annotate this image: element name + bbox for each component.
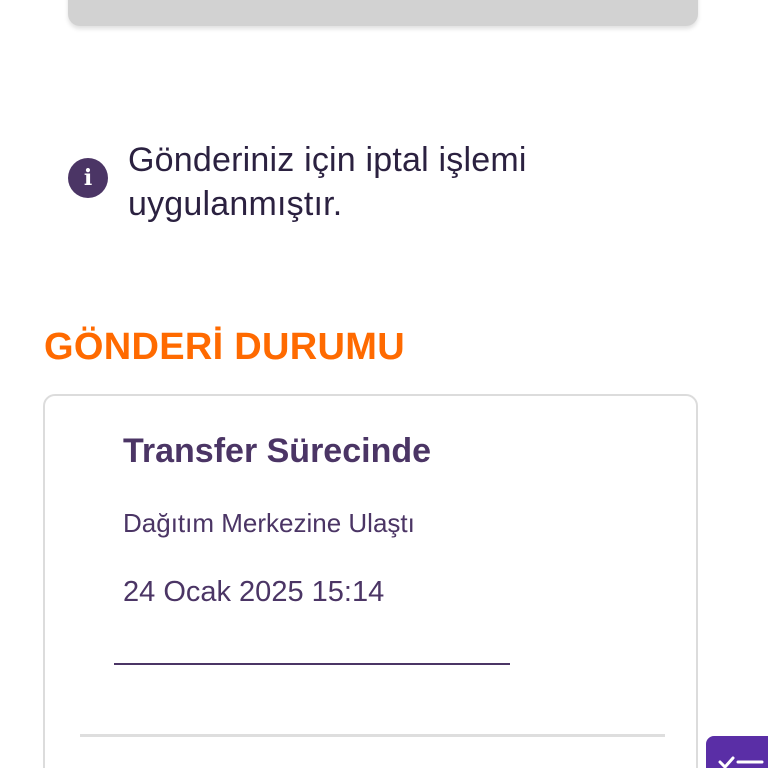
- status-underline: [114, 663, 510, 665]
- checklist-icon: [718, 756, 764, 768]
- info-icon: i: [68, 158, 108, 198]
- top-card: [68, 0, 698, 26]
- status-subtitle: Dağıtım Merkezine Ulaştı: [123, 508, 415, 538]
- section-title: GÖNDERİ DURUMU: [44, 326, 405, 368]
- notice-text: Gönderiniz için iptal işlemi uygulanmışt…: [128, 141, 527, 223]
- card-divider: [80, 734, 665, 737]
- page: i Gönderiniz için iptal işlemi uygulanmı…: [0, 0, 768, 768]
- checklist-button[interactable]: [706, 736, 768, 768]
- status-date: 24 Ocak 2025 15:14: [123, 576, 385, 608]
- status-title: Transfer Sürecinde: [123, 432, 432, 470]
- shipment-status-card: Transfer Sürecinde Dağıtım Merkezine Ula…: [43, 394, 698, 768]
- cancellation-notice: i Gönderiniz için iptal işlemi uygulanmı…: [68, 138, 668, 226]
